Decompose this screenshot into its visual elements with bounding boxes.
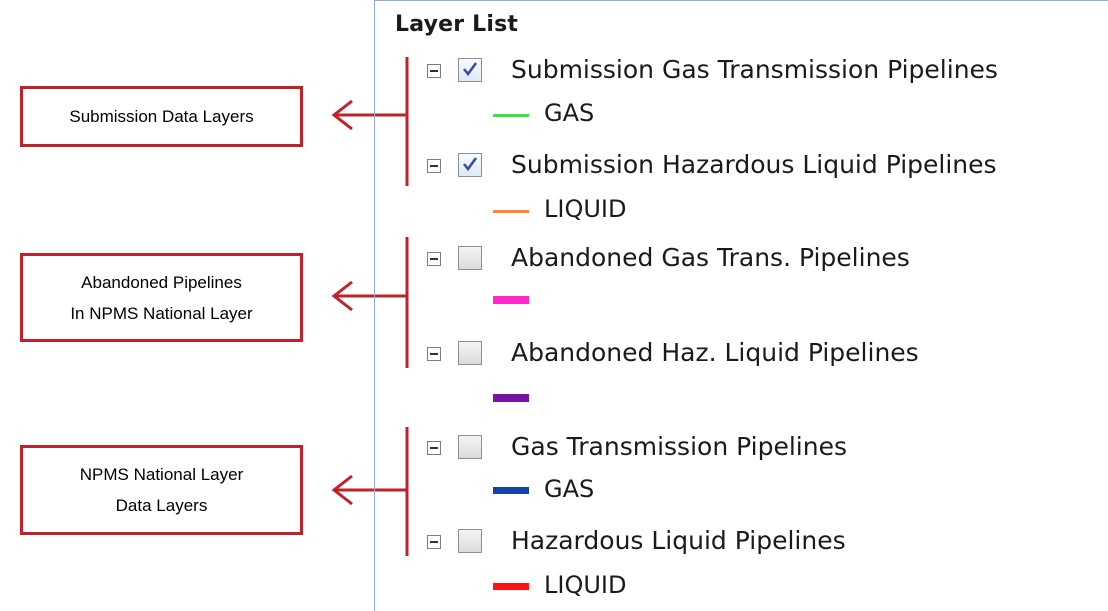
panel-title: Layer List — [395, 12, 519, 37]
layer-checkbox[interactable] — [458, 341, 482, 365]
legend-label: GAS — [544, 99, 595, 127]
layer-list-panel: Layer List Submission Gas Transmission P… — [374, 0, 1108, 611]
layer-label[interactable]: Gas Transmission Pipelines — [511, 432, 847, 461]
legend-label: LIQUID — [544, 195, 627, 223]
layer-checkbox[interactable] — [458, 435, 482, 459]
collapse-icon[interactable] — [427, 347, 441, 361]
legend-swatch — [493, 487, 529, 494]
collapse-icon[interactable] — [427, 535, 441, 549]
legend-swatch — [493, 210, 529, 213]
collapse-icon[interactable] — [427, 64, 441, 78]
layer-label[interactable]: Submission Gas Transmission Pipelines — [511, 55, 998, 84]
collapse-icon[interactable] — [427, 441, 441, 455]
checkmark-icon — [462, 62, 478, 77]
layer-checkbox[interactable] — [458, 529, 482, 553]
layer-label[interactable]: Hazardous Liquid Pipelines — [511, 526, 846, 555]
checkmark-icon — [462, 157, 478, 172]
layer-checkbox[interactable] — [458, 58, 482, 82]
callout-submission-data-layers: Submission Data Layers — [20, 86, 303, 147]
collapse-icon[interactable] — [427, 252, 441, 266]
layer-label[interactable]: Submission Hazardous Liquid Pipelines — [511, 150, 997, 179]
legend-label: GAS — [544, 475, 595, 503]
legend-swatch — [493, 394, 529, 402]
layer-checkbox[interactable] — [458, 153, 482, 177]
layer-label[interactable]: Abandoned Gas Trans. Pipelines — [511, 243, 910, 272]
legend-label: LIQUID — [544, 571, 627, 599]
layer-checkbox[interactable] — [458, 246, 482, 270]
legend-swatch — [493, 114, 529, 117]
legend-swatch — [493, 583, 529, 590]
callout-npms-national-layer: NPMS National Layer Data Layers — [20, 445, 303, 535]
collapse-icon[interactable] — [427, 159, 441, 173]
legend-swatch — [493, 296, 529, 304]
callout-abandoned-pipelines: Abandoned Pipelines In NPMS National Lay… — [20, 253, 303, 342]
layer-label[interactable]: Abandoned Haz. Liquid Pipelines — [511, 338, 919, 367]
